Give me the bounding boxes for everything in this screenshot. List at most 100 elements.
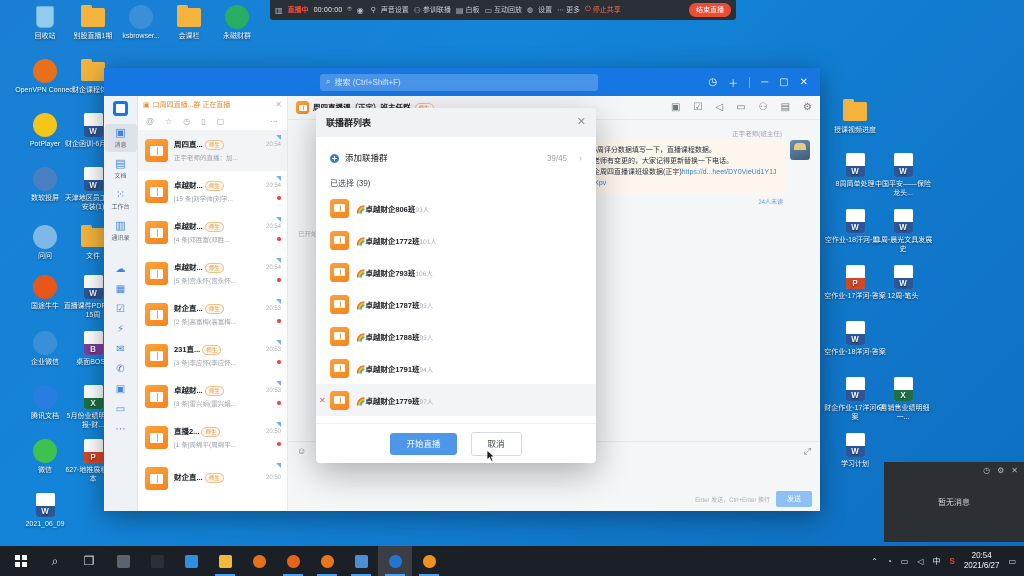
live-settings-button[interactable]: 设置 [538,5,552,15]
chat-list-more-icon[interactable]: ⋯ [270,117,279,126]
avatar[interactable] [790,140,810,160]
live-banner[interactable]: ▣ 口周四直播...群 正在直播 ✕ [138,96,287,113]
chat-list-item[interactable]: 卓越财... 师生 20:53 [3 条]雷兴娟(雷兴娟... [138,376,287,417]
stop-share-button[interactable]: ⏻ 停止共享 [585,5,621,15]
close-button[interactable]: ✕ [800,77,808,88]
history-icon[interactable]: ◷ [708,77,717,88]
calendar-icon[interactable]: ▦ [116,281,125,298]
sidebar-item-documents[interactable]: ▤ 文档 [105,155,137,183]
chat-list-item[interactable]: 直播2... 师生 20:50 [1 条]周绵平(周绵平... [138,417,287,458]
desktop-icon[interactable]: 11周-晨光文具发展史 [872,208,934,254]
firefox-icon[interactable] [276,546,310,576]
desktop-icon[interactable]: 6月销售业绩明细一... [872,376,934,422]
volume-icon[interactable]: ◁ [917,557,923,566]
desktop-icon[interactable]: 2021_06_09 [14,492,76,530]
close-icon[interactable]: ✕ [577,117,586,128]
cloud-icon[interactable]: ☁ [116,261,126,278]
live-banner-close-icon[interactable]: ✕ [275,100,282,109]
desktop-icon[interactable]: 授课视频进度 [824,98,886,136]
desktop-icon[interactable]: 永磁财群 [206,4,268,42]
group-list-item[interactable]: ✕ 🌈卓越财企1779班97人 [316,384,596,416]
close-icon[interactable]: ✕ [1011,466,1018,475]
desktop-icon[interactable]: 空作业-18洋河-答案 [824,320,886,358]
browser-icon[interactable] [242,546,276,576]
group-list-item[interactable]: 🌈卓越财企1788班93人 [316,320,596,352]
desktop-icon[interactable]: 中国平安——保险龙头... [872,152,934,198]
group-list-item[interactable]: 🌈卓越财企1791班94人 [316,352,596,384]
add-member-icon[interactable]: ⚇ [759,102,768,113]
add-icon[interactable]: ＋ [728,75,738,90]
approval-icon[interactable]: ▣ [116,381,125,398]
chat-list-item[interactable]: 卓越财... 师生 20:54 [5 条]宫永怀(宫永怀... [138,253,287,294]
drawer-icon[interactable]: ▭ [116,401,125,418]
chat-list-item[interactable]: 财企直... 师生 20:50 [138,458,287,499]
mail-icon[interactable]: ✉ [116,341,124,358]
live-more-button[interactable]: ⋯ 更多 [557,5,580,15]
live-interaction-button[interactable]: ▭ 互动回放 [484,5,522,15]
sidebar-item-workbench[interactable]: ⁙ 工作台 [105,186,137,214]
live-mic-button[interactable]: ⚲ [371,6,376,14]
group-list[interactable]: 🌈卓越财企806班93人 🌈卓越财企1772班101人 🌈卓越财企793班106人 🌈… [316,192,596,423]
settings-icon[interactable]: ⚙ [803,102,812,113]
search-input[interactable]: ⌕ 搜索 (Ctrl+Shift+F) [320,73,598,91]
cancel-button[interactable]: 取消 [470,431,522,456]
message-input[interactable] [288,460,820,491]
app-blue-icon[interactable] [378,546,412,576]
start-button[interactable] [4,546,38,576]
desktop-icon[interactable]: 学习计划 [824,432,886,470]
group-list-item[interactable]: 🌈卓越财企1787班93人 [316,288,596,320]
calculator-icon[interactable] [106,546,140,576]
sidebar-item-contacts[interactable]: ▥ 通讯录 [105,217,137,245]
wecom-icon[interactable] [344,546,378,576]
sogou-icon[interactable]: S [950,557,955,566]
clock-icon[interactable]: ◷ [183,117,190,126]
expand-icon[interactable]: ⤢ [804,446,811,457]
records-icon[interactable]: ▤ [781,102,790,113]
maximize-button[interactable]: ▢ [779,77,788,88]
group-list-item[interactable]: 🌈卓越财企793班106人 [316,256,596,288]
end-live-button[interactable]: 结束直播 [689,3,731,17]
todo-icon[interactable]: ☑ [693,102,702,113]
sidebar-item-messages[interactable]: ▣ 消息 [104,124,137,152]
star-icon[interactable]: ☆ [165,117,172,126]
live-icon[interactable]: ▣ [671,102,680,113]
phone-icon[interactable]: ✆ [116,361,124,378]
chat-list-item[interactable]: 周四直... 师生 20:54 正宇老师的直播：加... [138,130,287,171]
group-list-item[interactable]: 🌈卓越财企1772班101人 [316,224,596,256]
lightning-icon[interactable]: ⚡ [117,321,124,338]
remove-group-icon[interactable]: ✕ [319,396,326,405]
chat-list-item[interactable]: 卓越财... 师生 20:54 [4 条]邓胜富(邓胜... [138,212,287,253]
network-icon[interactable]: ◔ [887,557,892,566]
mail-icon[interactable] [174,546,208,576]
chat-list-item[interactable]: 231直... 师生 20:53 [3 条]李应怀(李应怀... [138,335,287,376]
openvpn-icon[interactable] [310,546,344,576]
search-icon[interactable]: ⌕ [38,546,72,576]
todo-icon[interactable]: ☑ [116,301,125,318]
taskview-icon[interactable]: ❐ [72,546,106,576]
store-icon[interactable] [140,546,174,576]
live-sound-settings-button[interactable]: 声音设置 [381,5,409,15]
explorer-icon[interactable] [208,546,242,576]
battery-icon[interactable]: ▭ [901,557,909,566]
live-camera-button[interactable]: ◉ [357,6,366,15]
settings-icon[interactable]: ⚙ [997,466,1004,475]
desktop-icon[interactable]: 12周-笔头 [872,264,934,302]
chat-list-scroll[interactable]: 周四直... 师生 20:54 正宇老师的直播：加... 卓越财... 师生 20:54 [1… [138,130,287,511]
send-button[interactable]: 发送 [776,491,812,507]
live-members-button[interactable]: ⚇ 参训联播 [414,5,451,15]
rail-more-icon[interactable]: ⋯ [116,421,126,438]
chevron-up-icon[interactable]: ⌃ [871,557,878,566]
notification-icon[interactable]: ▭ [1008,557,1016,566]
unread-count-label[interactable]: 24人未读 [758,197,783,206]
add-group-row[interactable]: 添加联播群 39/45 › [316,143,596,173]
history-icon[interactable]: ◷ [983,466,990,475]
group-list-item[interactable]: 🌈卓越财企806班93人 [316,192,596,224]
minimize-button[interactable]: ─ [761,77,768,88]
app-orange-icon[interactable] [412,546,446,576]
live-beauty-icon[interactable]: ◍ [527,6,533,14]
archive-icon[interactable]: ▯ [201,117,205,126]
live-wifi-icon[interactable]: ⌾ [347,6,351,14]
at-icon[interactable]: @ [146,117,154,126]
announce-icon[interactable]: ◁ [715,102,723,113]
lang-icon[interactable]: 中 [933,556,941,567]
